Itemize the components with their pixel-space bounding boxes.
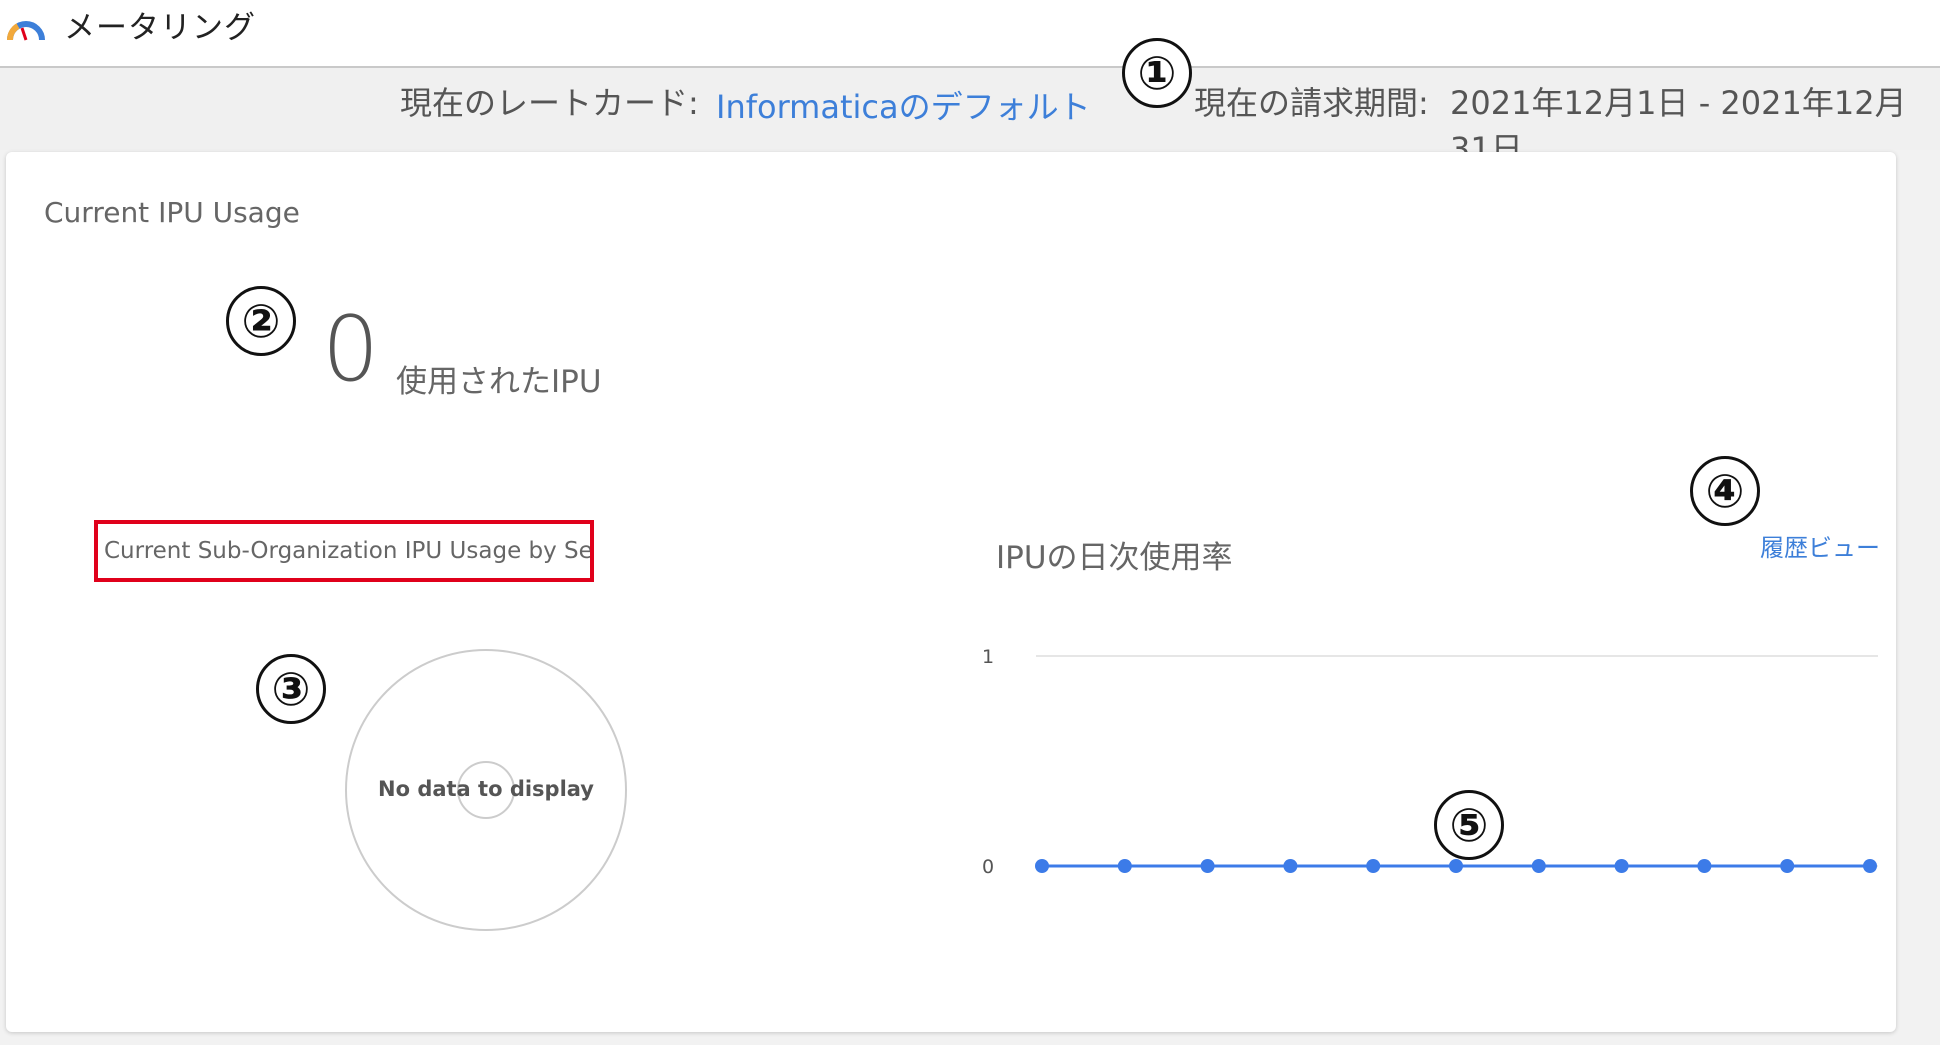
rate-card-bar: 現在のレートカード: Informaticaのデフォルト 現在の請求期間: 20… xyxy=(0,68,1940,168)
data-point xyxy=(1531,859,1546,873)
ipu-used-value: 0 xyxy=(322,297,380,402)
suborg-donut-chart: No data to display xyxy=(345,649,627,931)
callout-3: ③ xyxy=(256,654,326,724)
ipu-used-label: 使用されたIPU xyxy=(396,364,602,400)
data-point xyxy=(1366,859,1381,873)
current-ipu-usage-title: Current IPU Usage xyxy=(44,196,300,229)
y-tick-label: 0 xyxy=(982,856,994,878)
page-title: メータリング xyxy=(64,10,256,46)
daily-usage-title: IPUの日次使用率 xyxy=(996,540,1233,576)
data-point xyxy=(1780,859,1795,873)
callout-1: ① xyxy=(1122,38,1192,108)
data-point xyxy=(1035,859,1049,873)
data-point xyxy=(1283,859,1298,873)
suborg-usage-title: Current Sub-Organization IPU Usage by Se… xyxy=(94,520,594,582)
title-bar: メータリング xyxy=(0,0,1940,68)
callout-4: ④ xyxy=(1690,456,1760,526)
gauge-icon xyxy=(6,21,45,41)
no-data-text: No data to display xyxy=(378,777,594,801)
data-point xyxy=(1449,859,1463,873)
daily-usage-line-chart: 0112月2日12月4日12月6日12月8日12月10日 xyxy=(982,646,1878,878)
history-view-link[interactable]: 履歴ビュー xyxy=(1760,528,1880,563)
data-point xyxy=(1117,859,1132,873)
rate-card-label: 現在のレートカード: xyxy=(400,84,699,122)
rate-card-link[interactable]: Informaticaのデフォルト xyxy=(716,82,1091,128)
y-tick-label: 1 xyxy=(982,646,994,668)
callout-5: ⑤ xyxy=(1434,790,1504,860)
data-point xyxy=(1697,859,1712,873)
callout-2: ② xyxy=(226,286,296,356)
data-point xyxy=(1200,859,1215,873)
ipu-usage-card: Current IPU Usage 0 使用されたIPU Current Sub… xyxy=(6,152,1896,1032)
data-point xyxy=(1614,859,1629,873)
data-point xyxy=(1863,859,1877,873)
billing-period-label: 現在の請求期間: xyxy=(1194,84,1429,122)
